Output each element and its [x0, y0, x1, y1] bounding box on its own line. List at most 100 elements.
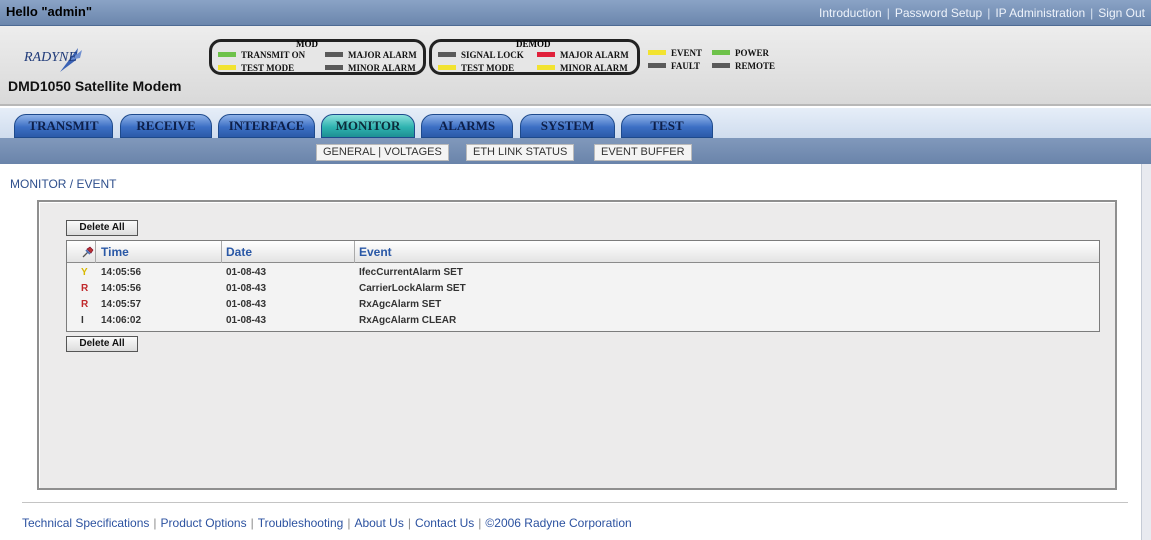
- tab-alarms[interactable]: ALARMS: [421, 114, 513, 138]
- severity-marker: I: [81, 315, 84, 326]
- top-link-separator: |: [987, 6, 991, 20]
- mod-minor-alarm-indicator: MINOR ALARM: [325, 63, 416, 74]
- footer-link-product-options[interactable]: Product Options: [161, 516, 247, 530]
- event-date: 01-08-43: [226, 283, 267, 294]
- fault-led-icon: [648, 63, 666, 69]
- event-date: 01-08-43: [226, 267, 267, 278]
- event-text: IfecCurrentAlarm SET: [359, 267, 463, 278]
- subnav-general-voltages[interactable]: GENERAL | VOLTAGES: [316, 144, 449, 161]
- footer-copyright[interactable]: ©2006 Radyne Corporation: [485, 516, 631, 530]
- transmit-on-led-icon: [218, 52, 236, 58]
- demod-minor-alarm-led-icon: [537, 65, 555, 71]
- model-name: DMD1050 Satellite Modem: [8, 78, 182, 94]
- mod-title: MOD: [296, 39, 318, 49]
- tab-interface[interactable]: INTERFACE: [218, 114, 315, 138]
- time-column-header[interactable]: Time: [101, 245, 129, 259]
- breadcrumb: MONITOR / EVENT: [10, 177, 117, 191]
- footer: Technical Specifications | Product Options…: [22, 516, 632, 530]
- event-table-header: Time Date Event: [67, 241, 1099, 263]
- remote-indicator: REMOTE: [712, 61, 775, 72]
- tab-receive[interactable]: RECEIVE: [120, 114, 212, 138]
- event-text: RxAgcAlarm SET: [359, 299, 442, 310]
- footer-link-technical-specifications[interactable]: Technical Specifications: [22, 516, 149, 530]
- column-divider: [221, 241, 222, 263]
- event-time: 14:05:56: [101, 267, 142, 278]
- mod-minor-alarm-led-icon: [325, 65, 343, 71]
- event-date: 01-08-43: [226, 315, 267, 326]
- severity-marker: R: [81, 283, 89, 294]
- column-divider: [354, 241, 355, 263]
- column-divider: [95, 241, 96, 263]
- main-tab-bar: TRANSMIT RECEIVE INTERFACE MONITOR ALARM…: [0, 108, 1151, 140]
- signal-lock-led-icon: [438, 52, 456, 58]
- demod-indicator-group: DEMOD SIGNAL LOCK MAJOR ALARM TEST MODE …: [429, 39, 640, 75]
- sub-nav: GENERAL | VOLTAGES ETH LINK STATUS EVENT…: [0, 140, 1151, 164]
- introduction-link[interactable]: Introduction: [819, 6, 882, 20]
- event-text: RxAgcAlarm CLEAR: [359, 315, 457, 326]
- mod-test-mode-indicator: TEST MODE: [218, 63, 294, 74]
- event-indicator: EVENT: [648, 48, 702, 59]
- footer-separator: |: [478, 516, 482, 530]
- mod-test-mode-led-icon: [218, 65, 236, 71]
- event-date: 01-08-43: [226, 299, 267, 310]
- remote-led-icon: [712, 63, 730, 69]
- severity-marker: R: [81, 299, 89, 310]
- mod-major-alarm-led-icon: [325, 52, 343, 58]
- power-led-icon: [712, 50, 730, 56]
- logo-text: RADYNE: [24, 50, 77, 65]
- demod-test-mode-indicator: TEST MODE: [438, 63, 514, 74]
- event-led-icon: [648, 50, 666, 56]
- footer-separator: |: [153, 516, 157, 530]
- footer-separator: |: [347, 516, 351, 530]
- main-content: MONITOR / EVENT Delete All Time Date Eve…: [0, 164, 1151, 540]
- event-row[interactable]: I 14:06:02 01-08-43 RxAgcAlarm CLEAR: [67, 313, 1099, 329]
- password-setup-link[interactable]: Password Setup: [895, 6, 982, 20]
- demod-major-alarm-indicator: MAJOR ALARM: [537, 50, 629, 61]
- tab-test[interactable]: TEST: [621, 114, 713, 138]
- footer-link-about-us[interactable]: About Us: [354, 516, 403, 530]
- footer-separator: |: [250, 516, 254, 530]
- footer-link-contact-us[interactable]: Contact Us: [415, 516, 474, 530]
- demod-major-alarm-led-icon: [537, 52, 555, 58]
- subnav-event-buffer[interactable]: EVENT BUFFER: [594, 144, 692, 161]
- event-column-header[interactable]: Event: [359, 245, 392, 259]
- event-row[interactable]: R 14:05:57 01-08-43 RxAgcAlarm SET: [67, 297, 1099, 313]
- tab-monitor[interactable]: MONITOR: [321, 114, 415, 138]
- transmit-on-indicator: TRANSMIT ON: [218, 50, 305, 61]
- greeting: Hello "admin": [6, 4, 93, 19]
- fault-indicator: FAULT: [648, 61, 700, 72]
- mod-major-alarm-indicator: MAJOR ALARM: [325, 50, 417, 61]
- tab-system[interactable]: SYSTEM: [520, 114, 615, 138]
- severity-marker: Y: [81, 267, 88, 278]
- event-row[interactable]: Y 14:05:56 01-08-43 IfecCurrentAlarm SET: [67, 265, 1099, 281]
- vertical-scrollbar[interactable]: [1141, 164, 1151, 540]
- date-column-header[interactable]: Date: [226, 245, 252, 259]
- header: RADYNE DMD1050 Satellite Modem MOD TRANS…: [0, 26, 1151, 106]
- delete-all-button-bottom[interactable]: Delete All: [66, 336, 138, 352]
- event-panel: Delete All Time Date Event Y 14:05:56 01…: [37, 200, 1117, 490]
- footer-link-troubleshooting[interactable]: Troubleshooting: [258, 516, 344, 530]
- tab-transmit[interactable]: TRANSMIT: [14, 114, 113, 138]
- event-row[interactable]: R 14:05:56 01-08-43 CarrierLockAlarm SET: [67, 281, 1099, 297]
- pin-icon: [82, 246, 94, 258]
- event-table: Time Date Event Y 14:05:56 01-08-43 Ifec…: [66, 240, 1100, 332]
- power-indicator: POWER: [712, 48, 769, 59]
- subnav-eth-link-status[interactable]: ETH LINK STATUS: [466, 144, 575, 161]
- signal-lock-indicator: SIGNAL LOCK: [438, 50, 524, 61]
- top-bar: Hello "admin" Introduction | Password Setu…: [0, 0, 1151, 26]
- delete-all-button-top[interactable]: Delete All: [66, 220, 138, 236]
- sign-out-link[interactable]: Sign Out: [1098, 6, 1145, 20]
- event-time: 14:05:57: [101, 299, 142, 310]
- demod-title: DEMOD: [516, 39, 551, 49]
- demod-minor-alarm-indicator: MINOR ALARM: [537, 63, 628, 74]
- event-time: 14:05:56: [101, 283, 142, 294]
- mod-indicator-group: MOD TRANSMIT ON MAJOR ALARM TEST MODE MI…: [209, 39, 426, 75]
- event-time: 14:06:02: [101, 315, 142, 326]
- footer-separator: |: [407, 516, 411, 530]
- top-links: Introduction | Password Setup | IP Administr…: [819, 6, 1145, 20]
- top-link-separator: |: [886, 6, 890, 20]
- ip-administration-link[interactable]: IP Administration: [995, 6, 1085, 20]
- top-link-separator: |: [1090, 6, 1094, 20]
- footer-divider: [22, 502, 1128, 503]
- demod-test-mode-led-icon: [438, 65, 456, 71]
